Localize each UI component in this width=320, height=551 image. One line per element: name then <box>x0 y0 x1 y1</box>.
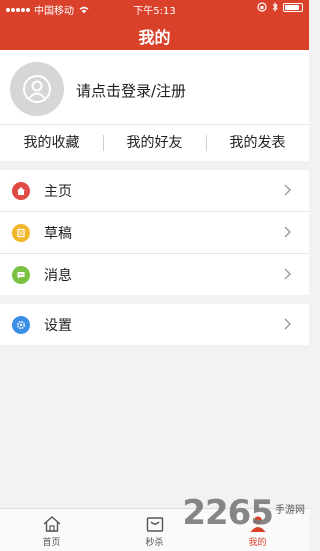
menu-item-messages[interactable]: 消息 <box>0 254 309 295</box>
settings-menu: 设置 <box>0 304 309 345</box>
nav-home[interactable]: 首页 <box>0 509 103 551</box>
page-title: 我的 <box>138 28 171 47</box>
chevron-right-icon <box>284 318 291 330</box>
status-bar: 中国移动 下午5:13 <box>0 0 309 17</box>
chevron-right-icon <box>284 226 291 238</box>
menu-label-home: 主页 <box>44 183 72 200</box>
watermark-logo: 2265 手游网 <box>182 496 305 530</box>
draft-icon <box>12 223 30 242</box>
battery-icon <box>283 2 303 12</box>
tab-posts[interactable]: 我的发表 <box>206 125 309 161</box>
home-outline-icon <box>43 516 60 532</box>
home-icon <box>12 181 30 200</box>
watermark-number: 2265 <box>182 493 274 533</box>
menu-label-settings: 设置 <box>44 317 72 334</box>
login-register-link[interactable]: 请点击登录/注册 <box>76 80 186 101</box>
menu-label-drafts: 草稿 <box>44 225 72 242</box>
nav-mine-label: 我的 <box>248 538 267 548</box>
menu-label-messages: 消息 <box>44 267 72 284</box>
avatar[interactable] <box>10 62 64 116</box>
profile-tabs: 我的收藏 我的好友 我的发表 <box>0 124 309 161</box>
watermark-text: 手游网 <box>275 505 305 516</box>
message-icon <box>12 265 30 284</box>
profile-section[interactable]: 请点击登录/注册 <box>0 50 309 124</box>
user-icon <box>23 75 51 103</box>
tab-favorites[interactable]: 我的收藏 <box>0 125 103 161</box>
lock-rotation-icon <box>257 2 267 12</box>
main-menu: 主页 草稿 消息 <box>0 170 309 295</box>
bluetooth-icon <box>272 2 278 12</box>
bag-icon <box>146 517 163 532</box>
menu-item-home[interactable]: 主页 <box>0 170 309 212</box>
nav-home-label: 首页 <box>42 538 61 548</box>
chevron-right-icon <box>284 268 291 280</box>
nav-flash-sale-label: 秒杀 <box>145 538 164 548</box>
menu-item-drafts[interactable]: 草稿 <box>0 212 309 254</box>
chevron-right-icon <box>284 184 291 196</box>
top-header: 中国移动 下午5:13 我的 <box>0 0 309 50</box>
tab-friends[interactable]: 我的好友 <box>103 125 206 161</box>
settings-icon <box>12 315 30 334</box>
menu-item-settings[interactable]: 设置 <box>0 304 309 345</box>
